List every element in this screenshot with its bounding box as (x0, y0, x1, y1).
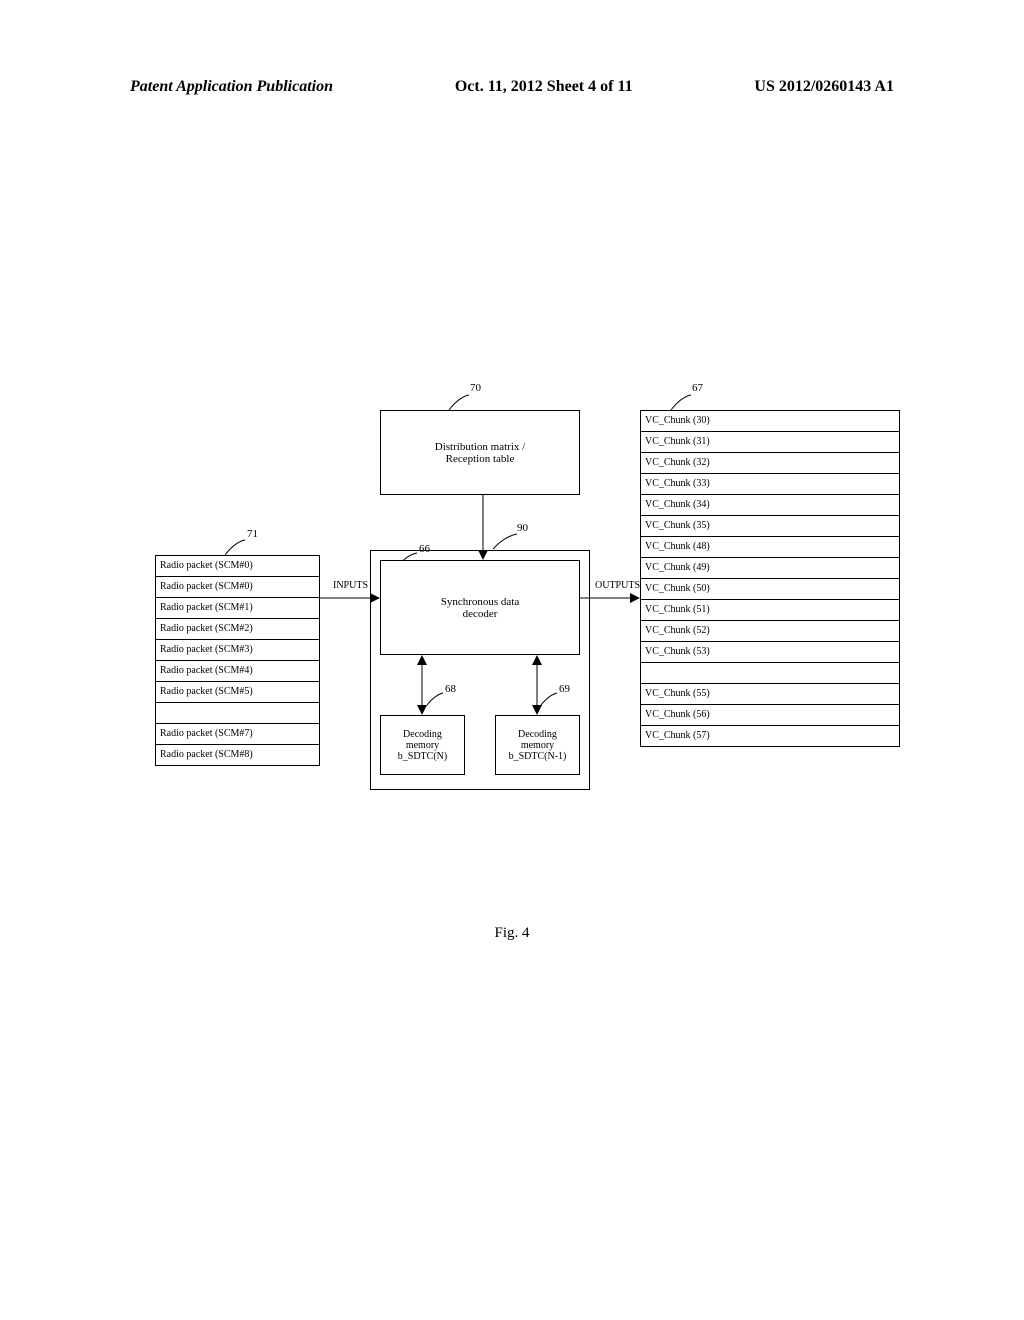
list-item: Radio packet (SCM#3) (156, 640, 319, 661)
outputs-label: OUTPUTS (595, 580, 640, 591)
leadline-icon (449, 395, 474, 415)
figure-label: Fig. 4 (0, 925, 1024, 942)
list-item: VC_Chunk (57) (641, 726, 899, 746)
list-item: VC_Chunk (52) (641, 621, 899, 642)
list-item-empty (156, 703, 319, 724)
list-item: Radio packet (SCM#4) (156, 661, 319, 682)
list-item: VC_Chunk (53) (641, 642, 899, 663)
inputs-label: INPUTS (333, 580, 368, 591)
list-item: VC_Chunk (51) (641, 600, 899, 621)
list-item: VC_Chunk (55) (641, 684, 899, 705)
arrow-icon (477, 495, 489, 560)
list-item: Radio packet (SCM#5) (156, 682, 319, 703)
list-item: Radio packet (SCM#7) (156, 724, 319, 745)
leadline-icon (493, 534, 521, 552)
block-distribution-matrix: Distribution matrix / Reception table (380, 410, 580, 495)
arrow-icon (320, 592, 380, 604)
arrow-icon (580, 592, 640, 604)
list-item: VC_Chunk (49) (641, 558, 899, 579)
list-item: VC_Chunk (32) (641, 453, 899, 474)
page-header: Patent Application Publication Oct. 11, … (0, 78, 1024, 96)
packet-list: Radio packet (SCM#0) Radio packet (SCM#0… (155, 555, 320, 766)
list-item: Radio packet (SCM#1) (156, 598, 319, 619)
list-item: VC_Chunk (31) (641, 432, 899, 453)
list-item: Radio packet (SCM#8) (156, 745, 319, 765)
list-item: VC_Chunk (33) (641, 474, 899, 495)
ref-71: 71 (247, 528, 258, 540)
block-sync-decoder: Synchronous data decoder (380, 560, 580, 655)
header-center: Oct. 11, 2012 Sheet 4 of 11 (455, 78, 633, 96)
list-item: VC_Chunk (35) (641, 516, 899, 537)
double-arrow-icon (531, 655, 543, 715)
list-item: VC_Chunk (48) (641, 537, 899, 558)
list-item: VC_Chunk (30) (641, 411, 899, 432)
list-item: VC_Chunk (50) (641, 579, 899, 600)
header-left: Patent Application Publication (130, 78, 333, 96)
list-item: VC_Chunk (34) (641, 495, 899, 516)
block-memory-left: Decoding memory b_SDTC(N) (380, 715, 465, 775)
ref-90: 90 (517, 522, 528, 534)
ref-67: 67 (692, 382, 703, 394)
leadline-icon (541, 693, 561, 707)
chunk-list: VC_Chunk (30) VC_Chunk (31) VC_Chunk (32… (640, 410, 900, 747)
list-item: Radio packet (SCM#0) (156, 577, 319, 598)
diagram-canvas: Distribution matrix / Reception table Sy… (155, 385, 900, 795)
double-arrow-icon (416, 655, 428, 715)
block-memory-right: Decoding memory b_SDTC(N-1) (495, 715, 580, 775)
header-right: US 2012/0260143 A1 (754, 78, 894, 96)
leadline-icon (427, 693, 447, 707)
list-item-empty (641, 663, 899, 684)
list-item: Radio packet (SCM#2) (156, 619, 319, 640)
ref-70: 70 (470, 382, 481, 394)
list-item: VC_Chunk (56) (641, 705, 899, 726)
list-item: Radio packet (SCM#0) (156, 556, 319, 577)
